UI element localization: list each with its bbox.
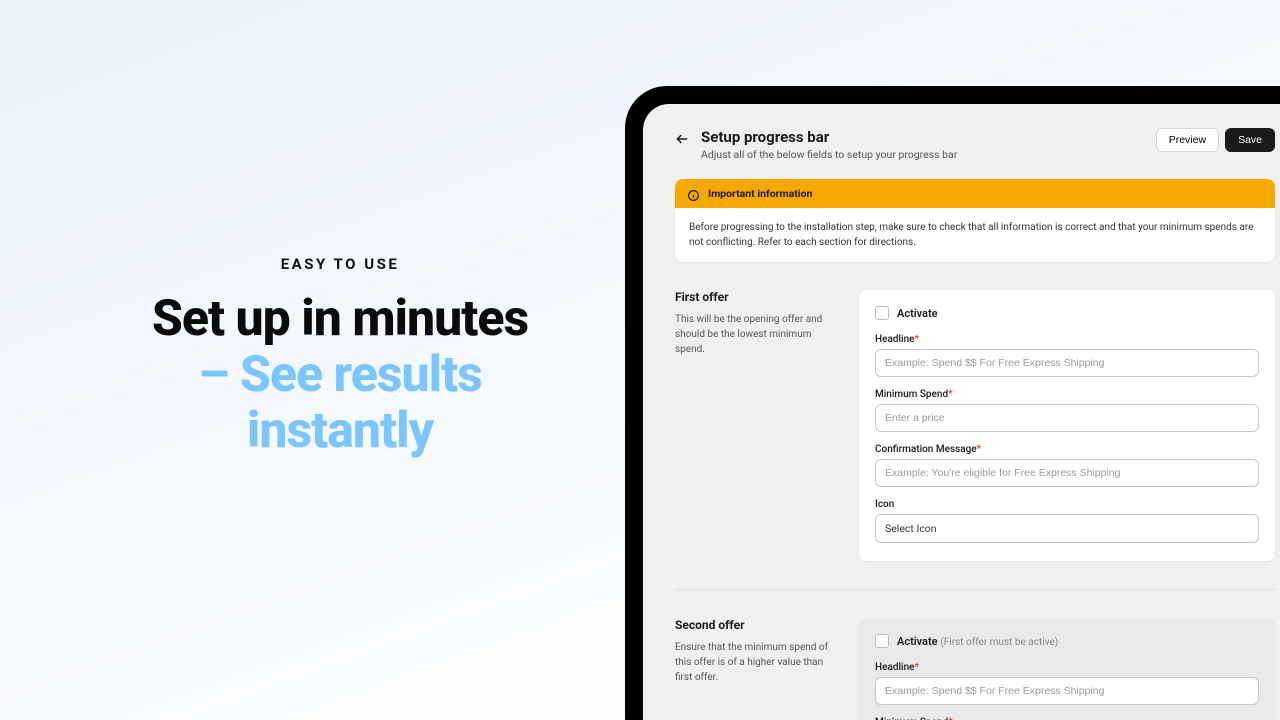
banner-body: Before progressing to the installation s… [675,208,1275,262]
app-screen: Setup progress bar Adjust all of the bel… [643,104,1280,720]
marketing-copy: EASY TO USE Set up in minutes – See resu… [130,255,550,459]
headline-line1: Set up in minutes [152,290,528,348]
preview-button[interactable]: Preview [1156,128,1219,152]
first-offer-title: First offer [675,290,835,304]
banner-title: Important information [708,187,812,200]
banner-header: Important information [675,179,1275,208]
first-offer-section: First offer This will be the opening off… [675,290,1275,561]
first-offer-confirm-label: Confirmation Message* [875,444,1259,455]
second-offer-title: Second offer [675,618,835,632]
second-offer-headline-input[interactable] [875,677,1259,705]
headline-line2: – See results instantly [198,346,482,460]
first-offer-icon-label: Icon [875,499,1259,510]
second-offer-headline-label: Headline* [875,662,1259,673]
second-offer-card: Activate (First offer must be active) He… [859,618,1275,720]
second-offer-activate-row: Activate (First offer must be active) [875,634,1259,648]
second-offer-activate-hint: (First offer must be active) [940,637,1058,648]
page-title: Setup progress bar [701,128,1144,146]
first-offer-activate-label: Activate [897,307,938,320]
first-offer-headline-input[interactable] [875,349,1259,377]
first-offer-activate-row: Activate [875,306,1259,320]
page-header: Setup progress bar Adjust all of the bel… [675,128,1275,161]
first-offer-aside: First offer This will be the opening off… [675,290,835,561]
page-subtitle: Adjust all of the below fields to setup … [701,148,1144,161]
header-actions: Preview Save [1156,128,1275,152]
first-offer-headline-label: Headline* [875,334,1259,345]
section-divider [675,589,1275,590]
first-offer-icon-select[interactable]: Select Icon [875,514,1259,543]
second-offer-desc: Ensure that the minimum spend of this of… [675,640,835,685]
first-offer-minspend-field: Minimum Spend* [875,389,1259,432]
first-offer-icon-field: Icon Select Icon [875,499,1259,543]
info-icon [687,187,700,200]
headline-text: Set up in minutes – See results instantl… [130,291,550,459]
eyebrow-text: EASY TO USE [130,255,550,273]
first-offer-confirm-input[interactable] [875,459,1259,487]
first-offer-confirm-field: Confirmation Message* [875,444,1259,487]
second-offer-section: Second offer Ensure that the minimum spe… [675,618,1275,720]
first-offer-activate-checkbox[interactable] [875,306,889,320]
back-button[interactable] [675,132,689,146]
device-frame: Setup progress bar Adjust all of the bel… [625,86,1280,720]
first-offer-headline-field: Headline* [875,334,1259,377]
second-offer-activate-checkbox[interactable] [875,634,889,648]
first-offer-minspend-input[interactable] [875,404,1259,432]
second-offer-activate-label: Activate (First offer must be active) [897,635,1058,648]
arrow-left-icon [675,132,689,146]
info-banner: Important information Before progressing… [675,179,1275,262]
second-offer-headline-field: Headline* [875,662,1259,705]
first-offer-minspend-label: Minimum Spend* [875,389,1259,400]
title-block: Setup progress bar Adjust all of the bel… [701,128,1144,161]
first-offer-card: Activate Headline* Minimum Spend* Confir… [859,290,1275,561]
save-button[interactable]: Save [1225,128,1275,152]
second-offer-aside: Second offer Ensure that the minimum spe… [675,618,835,720]
first-offer-desc: This will be the opening offer and shoul… [675,312,835,357]
